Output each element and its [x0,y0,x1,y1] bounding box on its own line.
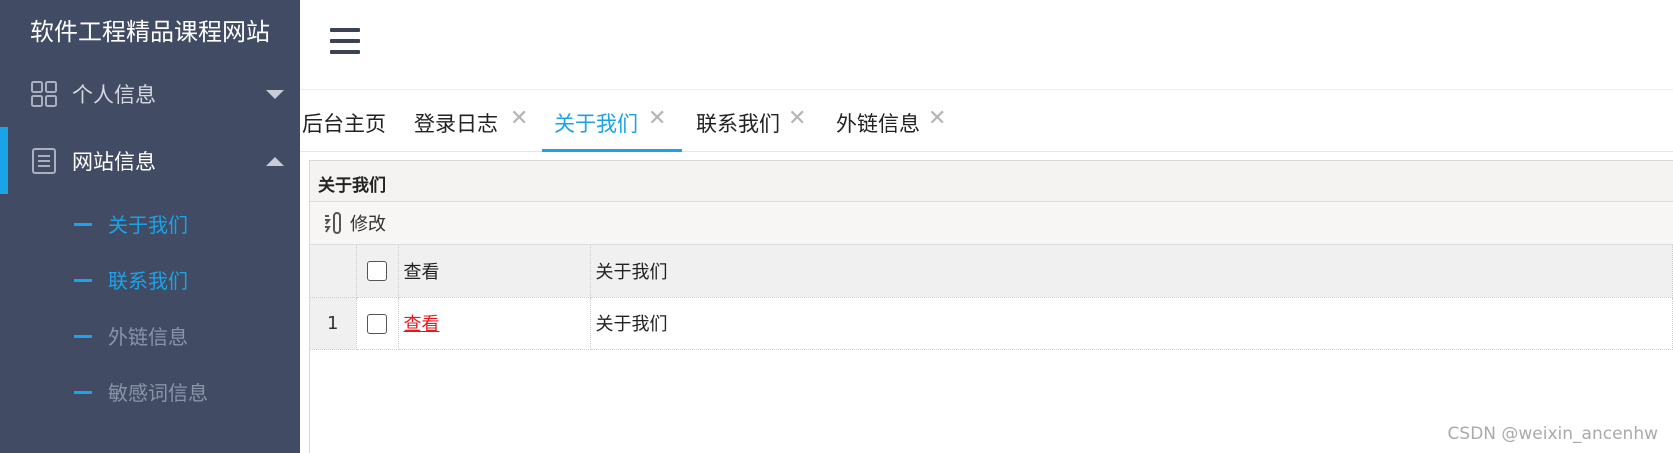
row-checkbox[interactable] [367,313,387,334]
dash-icon [74,223,92,226]
close-icon[interactable]: ✕ [648,106,666,131]
edit-label: 修改 [350,214,386,235]
select-all-cell [356,245,399,298]
data-table: 查看 关于我们 1 查看 关于我们 [310,245,1673,350]
dash-icon [74,335,92,338]
sidebar-item-contact-us[interactable]: 联系我们 [0,252,300,308]
view-cell: 查看 [398,297,591,350]
view-link[interactable]: 查看 [404,314,440,335]
select-all-checkbox[interactable] [367,261,387,282]
sidebar-item-label: 敏感词信息 [108,381,208,405]
grid-icon [31,81,57,107]
table-row: 1 查看 关于我们 [310,297,1673,350]
sidebar-item-label: 关于我们 [108,213,188,237]
top-bar [300,0,1673,90]
hamburger-menu-icon[interactable] [330,28,360,58]
edit-icon [325,212,341,234]
tab-about-us[interactable]: 关于我们 ✕ [542,90,682,152]
dash-icon [74,391,92,394]
close-icon[interactable]: ✕ [928,106,946,131]
tab-label: 关于我们 [554,112,638,136]
sidebar-item-label: 联系我们 [108,269,188,293]
close-icon[interactable]: ✕ [788,106,806,131]
menu-label-personal-info: 个人信息 [72,83,156,107]
site-title: 软件工程精品课程网站 [30,18,270,46]
tab-bar: 后台主页 登录日志 ✕ 关于我们 ✕ 联系我们 ✕ 外链信息 ✕ [300,90,1673,152]
menu-label-site-info: 网站信息 [72,150,156,174]
close-icon[interactable]: ✕ [510,106,528,131]
table-header-row: 查看 关于我们 [310,245,1673,298]
column-header-about: 关于我们 [590,245,1673,298]
chevron-down-icon [266,89,284,99]
sidebar-item-external-links[interactable]: 外链信息 [0,308,300,364]
document-icon [32,148,56,174]
menu-item-site-info[interactable]: 网站信息 [0,127,300,195]
sidebar-item-sensitive-words[interactable]: 敏感词信息 [0,364,300,420]
watermark: CSDN @weixin_ancenhw [1447,424,1658,444]
sidebar-item-about-us[interactable]: 关于我们 [0,196,300,252]
column-header-view: 查看 [398,245,591,298]
active-tab-underline [542,149,682,152]
tab-label: 后台主页 [302,112,386,136]
row-number-header [310,245,357,298]
tab-login-log[interactable]: 登录日志 ✕ [414,90,546,152]
tab-label: 联系我们 [696,112,780,136]
content-panel: 关于我们 修改 查看 关于我们 1 查看 关于我们 [309,160,1673,453]
sidebar-item-label: 外链信息 [108,325,188,349]
panel-title: 关于我们 [310,161,1673,202]
edit-button[interactable]: 修改 [322,210,386,236]
chevron-up-icon [266,156,284,166]
row-select-cell [356,297,399,350]
tab-label: 登录日志 [414,112,498,136]
tab-contact-us[interactable]: 联系我们 ✕ [696,90,828,152]
tab-label: 外链信息 [836,112,920,136]
toolbar: 修改 [310,202,1673,245]
tab-external-links[interactable]: 外链信息 ✕ [836,90,968,152]
about-cell: 关于我们 [590,297,1673,350]
row-number: 1 [310,297,357,350]
sidebar: 软件工程精品课程网站 个人信息 网站信息 关于我们 联系我们 外链信息 敏感词信… [0,0,300,453]
dash-icon [74,279,92,282]
tab-home[interactable]: 后台主页 [300,90,408,152]
menu-item-personal-info[interactable]: 个人信息 [0,60,300,128]
